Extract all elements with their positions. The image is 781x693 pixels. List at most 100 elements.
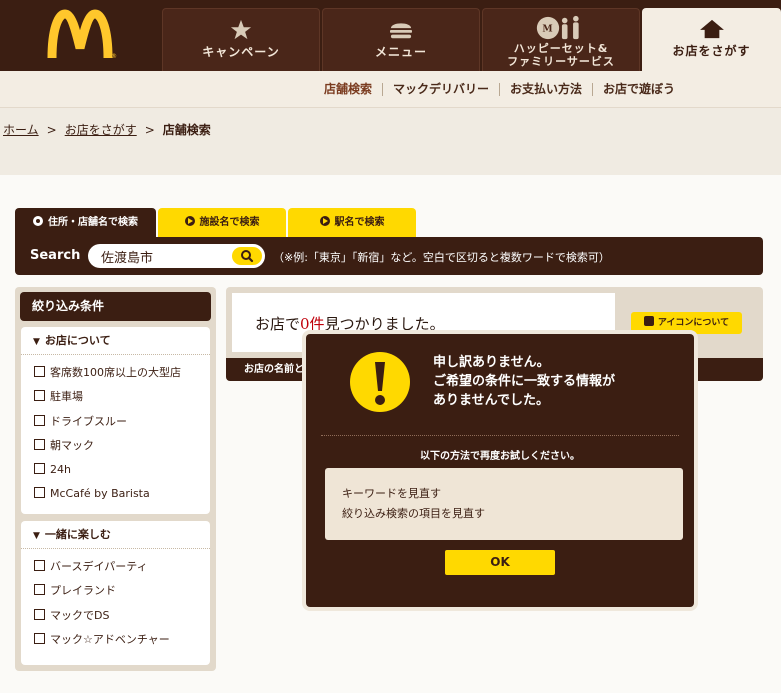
breadcrumb-separator: > [46, 123, 57, 137]
search-icon [241, 250, 254, 263]
search-input[interactable] [101, 247, 226, 265]
dialog-message: 申し訳ありません。 ご希望の条件に一致する情報が ありませんでした。 [433, 353, 615, 410]
tab-happy-set[interactable]: M ハッピーセット& ファミリーサービス [482, 8, 640, 71]
checkbox[interactable] [34, 390, 45, 402]
filter-option[interactable]: 朝マック [21, 437, 210, 461]
icon-legend-button[interactable]: アイコンについて [631, 312, 742, 334]
filter-group-fun: ▼ 一緒に楽しむ バースデイパーティ プレイランド マックでDS マック☆アドベン… [21, 521, 210, 665]
checkbox[interactable] [34, 366, 45, 377]
tab-campaign[interactable]: キャンペーン [162, 8, 320, 71]
checkbox[interactable] [34, 438, 45, 450]
tab-menu-label: メニュー [374, 45, 427, 59]
subnav-play[interactable]: お店で遊ぼう [591, 83, 685, 96]
filter-option-label: 駐車場 [50, 390, 83, 404]
arrow-circle-icon [184, 216, 195, 226]
filter-list: バースデイパーティ プレイランド マックでDS マック☆アドベンチャー [21, 549, 210, 655]
search-bar: Search （※例:「東京」「新宿」など。空白で区切ると複数ワードで検索可） [15, 237, 763, 275]
filter-option[interactable]: McCafé by Barista [21, 485, 210, 509]
result-suffix: 見つかりました。 [324, 315, 445, 333]
filter-group-header[interactable]: ▼ 一緒に楽しむ [21, 521, 210, 549]
icon-legend-label: アイコンについて [657, 318, 730, 328]
svg-text:M: M [542, 24, 553, 35]
svg-text:®: ® [111, 53, 117, 60]
dialog-tip: 絞り込み検索の項目を見直す [342, 507, 485, 520]
filter-group-title: お店について [44, 334, 111, 347]
filter-option[interactable]: 客席数100席以上の大型店 [21, 364, 210, 388]
breadcrumb: ホーム > お店をさがす > 店舗検索 [3, 121, 211, 138]
checkbox[interactable] [34, 560, 45, 571]
search-tab-address[interactable]: 住所・店舗名で検索 [15, 208, 156, 239]
family-icon: M [536, 15, 579, 40]
dialog-message-line: ありませんでした。 [433, 393, 549, 408]
search-tab-station-label: 駅名で検索 [334, 217, 385, 228]
filter-option-label: バースデイパーティ [50, 560, 148, 573]
search-tab-facility[interactable]: 施設名で検索 [158, 208, 286, 239]
star-icon [230, 19, 252, 40]
filter-option[interactable]: バースデイパーティ [21, 558, 210, 582]
burger-icon [390, 23, 412, 39]
sub-navigation: 店舗検索 マックデリバリー お支払い方法 お店で遊ぼう [0, 71, 781, 108]
search-tab-address-label: 住所・店舗名で検索 [48, 217, 138, 228]
triangle-down-icon: ▼ [33, 531, 40, 541]
ok-button[interactable]: OK [445, 550, 555, 575]
checkbox[interactable] [34, 584, 45, 596]
search-tab-facility-label: 施設名で検索 [199, 217, 260, 228]
tab-happy-label-line2: ファミリーサービス [507, 55, 615, 68]
dialog-tips: キーワードを見直す 絞り込み検索の項目を見直す [325, 468, 683, 540]
result-prefix: お店で [255, 315, 301, 333]
filter-option-label: 客席数100席以上の大型店 [50, 366, 181, 379]
breadcrumb-current: 店舗検索 [162, 123, 211, 137]
subnav-payment[interactable]: お支払い方法 [498, 83, 592, 96]
tab-campaign-label: キャンペーン [202, 45, 280, 59]
top-navigation: ® キャンペーン メニュー M ハッピーセット& ファミリーサービス お店をさが… [0, 0, 781, 71]
search-box [88, 244, 265, 268]
filter-group-store: ▼ お店について 客席数100席以上の大型店 駐車場 ドライブスルー 朝マック 2… [21, 327, 210, 514]
filter-title: 絞り込み条件 [20, 292, 211, 321]
subnav-mcdelivery[interactable]: マックデリバリー [381, 83, 499, 96]
arrow-circle-icon [319, 216, 330, 226]
breadcrumb-find-store[interactable]: お店をさがす [65, 123, 137, 137]
tab-find-store-label: お店をさがす [672, 44, 751, 58]
filter-option-label: McCafé by Barista [50, 487, 150, 501]
subnav-store-search[interactable]: 店舗検索 [314, 83, 382, 96]
filter-option-label: ドライブスルー [50, 414, 127, 428]
filter-option[interactable]: 駐車場 [21, 388, 210, 412]
search-label: Search [30, 248, 81, 263]
filter-option[interactable]: ドライブスルー [21, 413, 210, 437]
filter-option[interactable]: プレイランド [21, 582, 210, 606]
search-button[interactable] [232, 247, 262, 265]
result-count-text: お店で0件見つかりました。 [255, 313, 445, 334]
triangle-down-icon: ▼ [33, 337, 40, 347]
filter-list: 客席数100席以上の大型店 駐車場 ドライブスルー 朝マック 24h McCaf… [21, 355, 210, 510]
search-hint: （※例:「東京」「新宿」など。空白で区切ると複数ワードで検索可） [273, 251, 610, 264]
filter-option-label: プレイランド [50, 584, 116, 598]
tab-find-store[interactable]: お店をさがす [642, 8, 781, 71]
filter-option[interactable]: マックでDS [21, 607, 210, 631]
checkbox[interactable] [34, 487, 45, 499]
filter-panel: 絞り込み条件 ▼ お店について 客席数100席以上の大型店 駐車場 ドライブスルー… [15, 287, 216, 671]
dialog-tip: キーワードを見直す [342, 487, 441, 500]
filter-group-title: 一緒に楽しむ [44, 528, 111, 541]
search-tab-station[interactable]: 駅名で検索 [288, 208, 416, 239]
checkbox[interactable] [34, 632, 45, 644]
mcdonalds-logo[interactable]: ® [40, 8, 120, 64]
dialog-divider [321, 435, 679, 436]
filter-option-label: 朝マック [50, 438, 94, 452]
warning-icon [350, 352, 410, 412]
filter-option[interactable]: マック☆アドベンチャー [21, 631, 210, 655]
breadcrumb-home[interactable]: ホーム [3, 123, 39, 137]
house-icon [699, 19, 724, 39]
filter-option[interactable]: 24h [21, 461, 210, 485]
dialog-subtitle: 以下の方法で再度お試しください。 [420, 451, 580, 462]
checkbox[interactable] [34, 608, 45, 620]
filter-group-header[interactable]: ▼ お店について [21, 327, 210, 355]
subnav-list: 店舗検索 マックデリバリー お支払い方法 お店で遊ぼう [314, 82, 685, 96]
checkbox[interactable] [34, 414, 45, 426]
info-square-icon [643, 316, 654, 326]
tab-menu[interactable]: メニュー [322, 8, 480, 71]
result-count: 0件 [300, 315, 325, 333]
filter-option-label: 24h [50, 463, 71, 477]
checkbox[interactable] [34, 463, 45, 475]
dialog-message-line: ご希望の条件に一致する情報が [433, 374, 616, 389]
radio-dot-icon [33, 216, 43, 226]
